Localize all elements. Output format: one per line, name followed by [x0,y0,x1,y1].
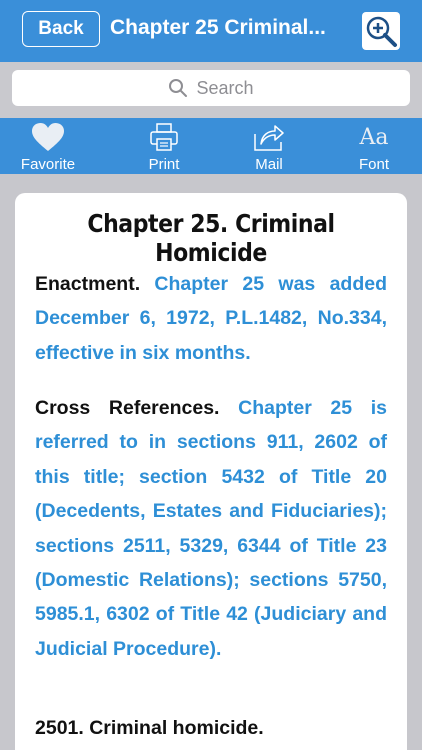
mail-button[interactable]: Mail [229,118,309,174]
font-icon: Aa [359,125,389,150]
print-label: Print [148,156,180,173]
search-bar: Search [0,62,422,118]
toolbar: Favorite Print Mail Aa Font [0,118,422,174]
zoom-in-icon[interactable] [361,11,401,51]
back-button[interactable]: Back [22,11,100,47]
document-card: Chapter 25. Criminal Homicide Enactment.… [15,193,407,750]
enactment-heading: Enactment. [35,273,141,295]
document-title: Chapter 25. Criminal Homicide [87,209,335,267]
section-heading: 2501. Criminal homicide. [35,717,264,739]
cross-references-heading: Cross References. [35,397,220,419]
font-button[interactable]: Aa Font [334,118,414,174]
page-title: Chapter 25 Criminal... [110,16,326,39]
search-placeholder: Search [196,77,254,98]
search-icon [169,79,188,97]
favorite-label: Favorite [20,156,76,173]
search-input[interactable]: Search [12,70,410,106]
printer-icon [150,123,178,151]
share-icon [254,125,284,151]
cross-references-paragraph: Cross References. Chapter 25 is referred… [35,391,387,666]
enactment-paragraph: Enactment. Chapter 25 was added December… [35,267,387,370]
mail-label: Mail [255,156,283,173]
heart-icon [32,123,64,151]
navigation-bar: Back Chapter 25 Criminal... [0,0,422,62]
cross-references-text[interactable]: Chapter 25 is referred to in sections 91… [35,397,387,660]
print-button[interactable]: Print [124,118,204,174]
font-label: Font [358,156,389,173]
favorite-button[interactable]: Favorite [8,118,88,174]
